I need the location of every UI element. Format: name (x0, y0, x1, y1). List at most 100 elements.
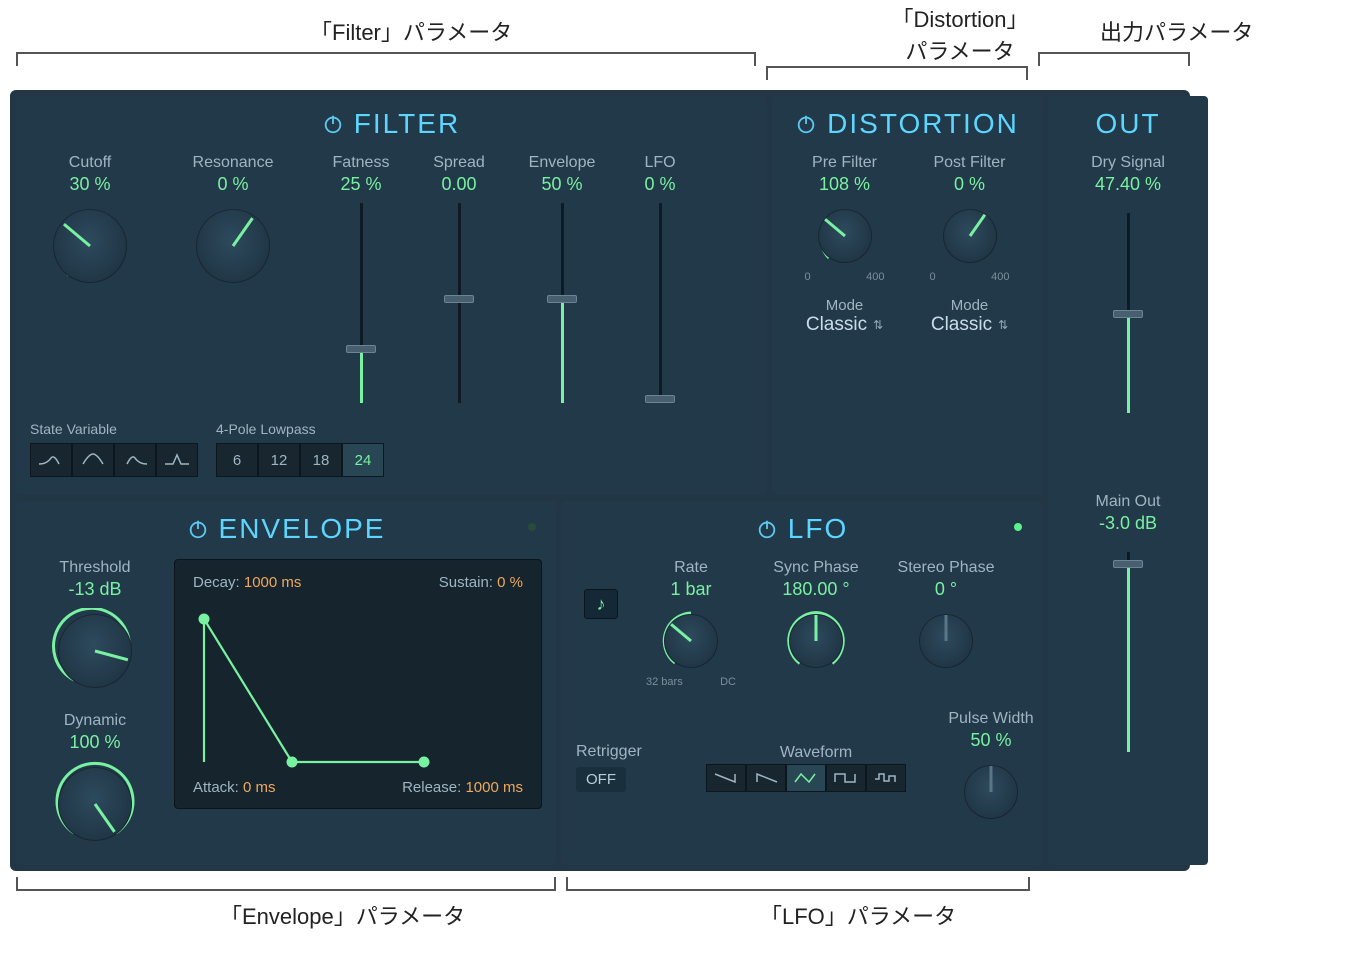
stereo-phase-label: Stereo Phase (898, 559, 995, 577)
sync-phase-knob[interactable] (783, 608, 849, 674)
dynamic-value: 100 % (69, 732, 120, 753)
spread-slider[interactable] (439, 203, 479, 403)
cutoff-label: Cutoff (69, 154, 111, 172)
scale-high: DC (720, 676, 736, 688)
state-variable-label: State Variable (30, 421, 198, 437)
waveform-square[interactable] (826, 764, 866, 792)
filter-section: FILTER Cutoff 30 % Resonance 0 % (16, 96, 766, 495)
chevron-updown-icon: ⇅ (873, 318, 883, 332)
dry-slider[interactable] (1108, 213, 1148, 413)
retrigger-value[interactable]: OFF (576, 767, 626, 792)
pre-mode-label: Mode (826, 297, 864, 314)
prefilter-knob[interactable] (812, 203, 878, 269)
scale-low: 0 (805, 271, 811, 283)
rate-knob[interactable] (658, 608, 724, 674)
chevron-updown-icon: ⇅ (998, 318, 1008, 332)
main-out-slider[interactable] (1108, 552, 1148, 752)
dynamic-label: Dynamic (64, 712, 126, 730)
sync-phase-value: 180.00 ° (782, 579, 849, 600)
main-out-value: -3.0 dB (1099, 513, 1157, 534)
distortion-section: DISTORTION Pre Filter 108 % 0 400 Mode Cl… (772, 96, 1042, 495)
post-mode-select[interactable]: Classic⇅ (931, 314, 1008, 336)
envelope-title: ENVELOPE (219, 513, 386, 545)
dry-value: 47.40 % (1095, 174, 1161, 195)
pole-18-button[interactable]: 18 (300, 443, 342, 477)
bracket (766, 66, 1028, 80)
filter-shape-lowpass[interactable] (30, 443, 72, 477)
threshold-value: -13 dB (68, 579, 121, 600)
stereo-phase-value: 0 ° (935, 579, 957, 600)
postfilter-knob[interactable] (937, 203, 1003, 269)
post-mode-label: Mode (951, 297, 989, 314)
waveform-saw-up[interactable] (746, 764, 786, 792)
filter-shape-highpass[interactable] (114, 443, 156, 477)
stereo-phase-knob[interactable] (913, 608, 979, 674)
sync-phase-label: Sync Phase (773, 559, 858, 577)
fatness-label: Fatness (333, 154, 390, 172)
envelope-amt-value: 50 % (541, 174, 582, 195)
out-section: OUT Dry Signal 47.40 % Main Out -3.0 dB (1048, 96, 1208, 865)
autofilter-plugin: FILTER Cutoff 30 % Resonance 0 % (10, 90, 1190, 871)
waveform-saw-down[interactable] (706, 764, 746, 792)
pole-24-button[interactable]: 24 (342, 443, 384, 477)
annotation-lfo: 「LFO」パラメータ (760, 899, 956, 931)
scale-high: 400 (991, 271, 1009, 283)
filter-shape-bandpass[interactable] (72, 443, 114, 477)
filter-power-button[interactable] (322, 113, 344, 135)
pole-12-button[interactable]: 12 (258, 443, 300, 477)
cutoff-knob[interactable] (47, 203, 133, 289)
out-title: OUT (1095, 108, 1160, 140)
dry-label: Dry Signal (1091, 154, 1165, 172)
filter-shape-peak[interactable] (156, 443, 198, 477)
waveform-label: Waveform (706, 744, 926, 762)
resonance-label: Resonance (193, 154, 274, 172)
bracket (566, 877, 1030, 891)
retrigger-label: Retrigger (576, 743, 696, 761)
note-icon: ♪ (597, 594, 606, 615)
scale-high: 400 (866, 271, 884, 283)
prefilter-label: Pre Filter (812, 154, 877, 172)
dynamic-knob[interactable] (52, 761, 138, 847)
envelope-section: ENVELOPE Threshold -13 dB (16, 501, 556, 865)
lfo-section: LFO ♪ Rate 1 bar 32 barsDC (562, 501, 1042, 865)
pulse-width-value: 50 % (970, 730, 1011, 751)
envelope-activity-indicator (528, 523, 536, 531)
lfo-amt-slider[interactable] (640, 203, 680, 403)
lfo-power-button[interactable] (756, 518, 778, 540)
lfo-activity-indicator (1014, 523, 1022, 531)
spread-value: 0.00 (441, 174, 476, 195)
distortion-power-button[interactable] (795, 113, 817, 135)
annotation-output: 出力パラメータ (1100, 15, 1253, 47)
envelope-power-button[interactable] (187, 518, 209, 540)
postfilter-value: 0 % (954, 174, 985, 195)
spread-label: Spread (433, 154, 485, 172)
bracket (16, 877, 556, 891)
waveform-triangle[interactable] (786, 764, 826, 792)
resonance-knob[interactable] (190, 203, 276, 289)
envelope-amt-slider[interactable] (542, 203, 582, 403)
distortion-title: DISTORTION (827, 108, 1019, 140)
bracket (16, 52, 756, 66)
threshold-label: Threshold (59, 559, 130, 577)
lfo-amt-value: 0 % (644, 174, 675, 195)
rate-label: Rate (674, 559, 708, 577)
envelope-display[interactable]: Decay: 1000 ms Sustain: 0 % Attack: 0 ms (174, 559, 542, 809)
envelope-amt-label: Envelope (529, 154, 596, 172)
pre-mode-select[interactable]: Classic⇅ (806, 314, 883, 336)
cutoff-value: 30 % (69, 174, 110, 195)
lfo-title: LFO (788, 513, 848, 545)
rate-value: 1 bar (670, 579, 711, 600)
fatness-slider[interactable] (341, 203, 381, 403)
prefilter-value: 108 % (819, 174, 870, 195)
lfo-sync-button[interactable]: ♪ (584, 589, 618, 619)
pulse-width-knob[interactable] (958, 759, 1024, 825)
threshold-knob[interactable] (52, 608, 138, 694)
lfo-amt-label: LFO (644, 154, 675, 172)
waveform-random[interactable] (866, 764, 906, 792)
fatness-value: 25 % (340, 174, 381, 195)
pole-lowpass-label: 4-Pole Lowpass (216, 421, 384, 437)
pole-6-button[interactable]: 6 (216, 443, 258, 477)
annotation-distortion: 「Distortion」パラメータ (890, 2, 1030, 66)
main-out-label: Main Out (1096, 493, 1161, 511)
annotation-filter: 「Filter」パラメータ (310, 15, 512, 47)
